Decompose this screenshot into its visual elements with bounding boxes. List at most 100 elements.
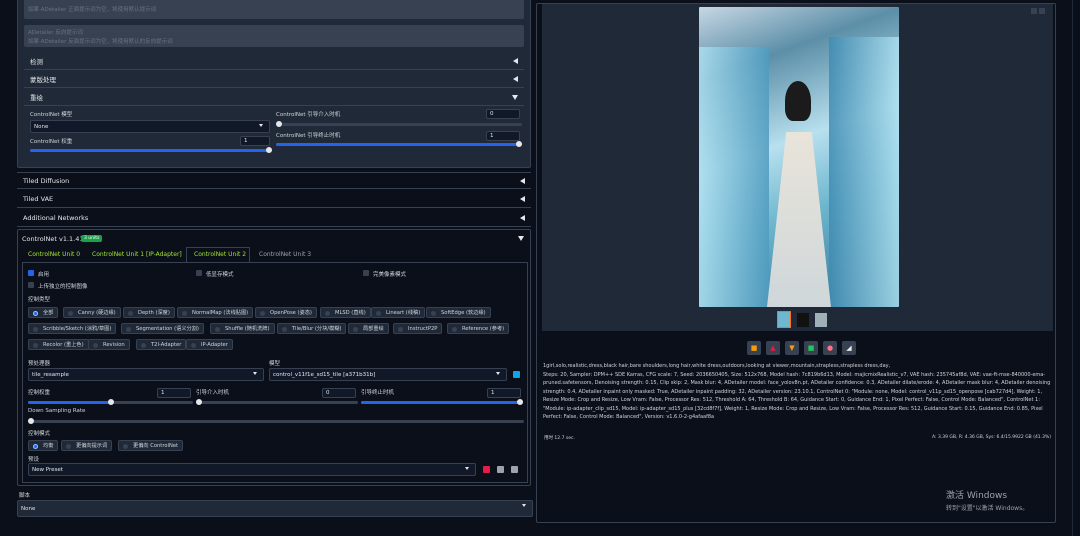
- cn-inner-end-slider[interactable]: [276, 141, 522, 147]
- pixel-perfect-label: 完美像素模式: [373, 272, 407, 278]
- model-label: 模型: [269, 361, 281, 367]
- expand-icon: [518, 236, 524, 241]
- cn-inner-model-select[interactable]: None: [30, 120, 270, 133]
- thumbnail-2[interactable]: [797, 313, 809, 327]
- tab-unit-0[interactable]: ControlNet Unit 0: [28, 251, 80, 258]
- start-value: 0: [326, 390, 330, 396]
- figure-hair: [785, 81, 811, 121]
- page-scrollbar[interactable]: [1072, 0, 1080, 536]
- adetailer-neg-hint: 如果 ADetailer 正面提示词为空，将使用默认提示词: [28, 7, 157, 13]
- thumbnail-1[interactable]: [777, 311, 791, 328]
- cn-inner-weight-slider[interactable]: [30, 147, 272, 153]
- info-time: 用时 12.7 sec.: [544, 436, 575, 441]
- control-type-label-4: OpenPose (姿态): [270, 310, 312, 316]
- model-select[interactable]: control_v11f1e_sd15_tile [a371b31b]: [269, 368, 507, 381]
- refresh-icon[interactable]: [513, 371, 520, 378]
- refresh-preset-icon[interactable]: [511, 466, 518, 473]
- acc-tiled-vae-label: Tiled VAE: [23, 195, 54, 203]
- delete-preset-icon[interactable]: [497, 466, 504, 473]
- pixel-perfect-checkbox[interactable]: [363, 270, 369, 276]
- control-type-scribble[interactable]: Scribble/Sketch (涂鸦/草图): [28, 323, 117, 334]
- adetailer-panel: 如果 ADetailer 正面提示词为空，将使用默认提示词 ADetailer …: [17, 0, 531, 168]
- end-input[interactable]: 1: [487, 388, 521, 398]
- open-folder-button[interactable]: ■: [747, 341, 761, 355]
- model-value: control_v11f1e_sd15_tile [a371b31b]: [273, 372, 376, 378]
- send-extras-button[interactable]: ◢: [842, 341, 856, 355]
- enable-label: 启用: [38, 272, 50, 278]
- cn-inner-weight-input[interactable]: 1: [240, 136, 270, 146]
- control-type-recolor[interactable]: Recolor (重上色): [28, 339, 89, 350]
- tab-unit-2[interactable]: ControlNet Unit 2: [194, 251, 246, 258]
- send-img2img-button[interactable]: ■: [804, 341, 818, 355]
- start-slider[interactable]: [196, 399, 358, 405]
- section-redraw[interactable]: 重绘: [24, 89, 524, 106]
- save-preset-icon[interactable]: [483, 466, 490, 473]
- cn-inner-start-input[interactable]: 0: [486, 109, 520, 119]
- control-type-segmentation[interactable]: Segmentation (语义分割): [121, 323, 204, 334]
- control-type-instructp2p[interactable]: InstructP2P: [393, 323, 443, 334]
- control-type-revision[interactable]: Revision: [88, 339, 130, 350]
- control-type-tile[interactable]: Tile/Blur (分块/模糊): [277, 323, 347, 334]
- save-icon: ▲: [770, 344, 776, 352]
- low-vram-checkbox[interactable]: [196, 270, 202, 276]
- info-vram: A: 3.39 GB, R: 4.36 GB, Sys: 6.4/15.9922…: [932, 435, 1051, 440]
- weight-slider[interactable]: [28, 399, 193, 405]
- figure-dress: [767, 132, 831, 307]
- preset-label: 预设: [28, 457, 40, 463]
- send-inpaint-button[interactable]: ●: [823, 341, 837, 355]
- generated-image[interactable]: [699, 7, 899, 307]
- upload-independent-label: 上传独立的控制图像: [38, 284, 88, 290]
- control-type-label-13: InstructP2P: [408, 325, 438, 332]
- acc-additional-networks[interactable]: Additional Networks: [17, 210, 531, 227]
- section-mask[interactable]: 蒙版处理: [24, 71, 524, 88]
- start-input[interactable]: 0: [322, 388, 356, 398]
- gallery-close-icon[interactable]: [1039, 8, 1045, 14]
- mode-balanced[interactable]: 均衡: [28, 440, 59, 451]
- control-type-canny[interactable]: Canny (硬边缘): [63, 307, 121, 318]
- thumbnail-3[interactable]: [815, 313, 827, 327]
- control-type-t2i-adapter[interactable]: T2I-Adapter: [136, 339, 187, 350]
- collapse-icon: [513, 76, 518, 82]
- gallery-fullscreen-icon[interactable]: [1031, 8, 1037, 14]
- control-type-all[interactable]: 全部: [28, 307, 59, 318]
- acc-tiled-vae[interactable]: Tiled VAE: [17, 191, 531, 208]
- mode-controlnet[interactable]: 更偏向 ControlNet: [118, 440, 184, 451]
- control-type-shuffle[interactable]: Shuffle (随机洗牌): [210, 323, 275, 334]
- section-detect-label: 检测: [30, 58, 43, 66]
- control-type-lineart[interactable]: Lineart (线稿): [371, 307, 426, 318]
- control-type-reference[interactable]: Reference (参考): [447, 323, 510, 334]
- control-type-normalmap[interactable]: NormalMap (法线贴图): [177, 307, 254, 318]
- control-type-softedge[interactable]: SoftEdge (软边缘): [426, 307, 491, 318]
- control-type-depth[interactable]: Depth (深度): [123, 307, 175, 318]
- save-button[interactable]: ▲: [766, 341, 780, 355]
- script-value: None: [21, 506, 36, 512]
- script-select[interactable]: None: [17, 500, 533, 517]
- enable-checkbox[interactable]: [28, 270, 34, 276]
- control-type-openpose[interactable]: OpenPose (姿态): [255, 307, 317, 318]
- cn-inner-end-input[interactable]: 1: [486, 131, 520, 141]
- zip-button[interactable]: ▼: [785, 341, 799, 355]
- adetailer-neg-box[interactable]: ADetailer 反向提示词 如果 ADetailer 反面提示词为空，将使用…: [24, 25, 524, 47]
- downsample-slider[interactable]: [28, 418, 524, 424]
- adetailer-prompt-box[interactable]: 如果 ADetailer 正面提示词为空，将使用默认提示词: [24, 0, 524, 19]
- tab-unit-1[interactable]: ControlNet Unit 1 [IP-Adapter]: [92, 251, 182, 258]
- cn-inner-end-label: ControlNet 引导终止时机: [276, 133, 341, 139]
- cn-inner-start-slider[interactable]: [276, 121, 522, 127]
- control-type-label-15: Recolor (重上色): [43, 342, 84, 348]
- weight-input[interactable]: 1: [157, 388, 191, 398]
- control-type-mlsd[interactable]: MLSD (直线): [320, 307, 371, 318]
- cn-inner-weight-value: 1: [244, 138, 248, 144]
- control-type-ip-adapter[interactable]: IP-Adapter: [186, 339, 233, 350]
- section-detect[interactable]: 检测: [24, 53, 524, 70]
- tab-unit-3-label: ControlNet Unit 3: [259, 251, 312, 258]
- end-slider[interactable]: [361, 399, 523, 405]
- preset-select[interactable]: New Preset: [28, 463, 476, 476]
- control-type-label-17: T2I-Adapter: [151, 341, 182, 348]
- acc-tiled-diffusion[interactable]: Tiled Diffusion: [17, 172, 531, 189]
- preprocessor-select[interactable]: tile_resample: [28, 368, 264, 381]
- windows-watermark: 激活 Windows 转到"设置"以激活 Windows。: [946, 488, 1028, 512]
- tab-unit-3[interactable]: ControlNet Unit 3: [259, 251, 311, 258]
- mode-prompt[interactable]: 更偏向提示词: [61, 440, 113, 451]
- control-type-inpaint[interactable]: 局部重绘: [348, 323, 389, 334]
- upload-independent-checkbox[interactable]: [28, 282, 34, 288]
